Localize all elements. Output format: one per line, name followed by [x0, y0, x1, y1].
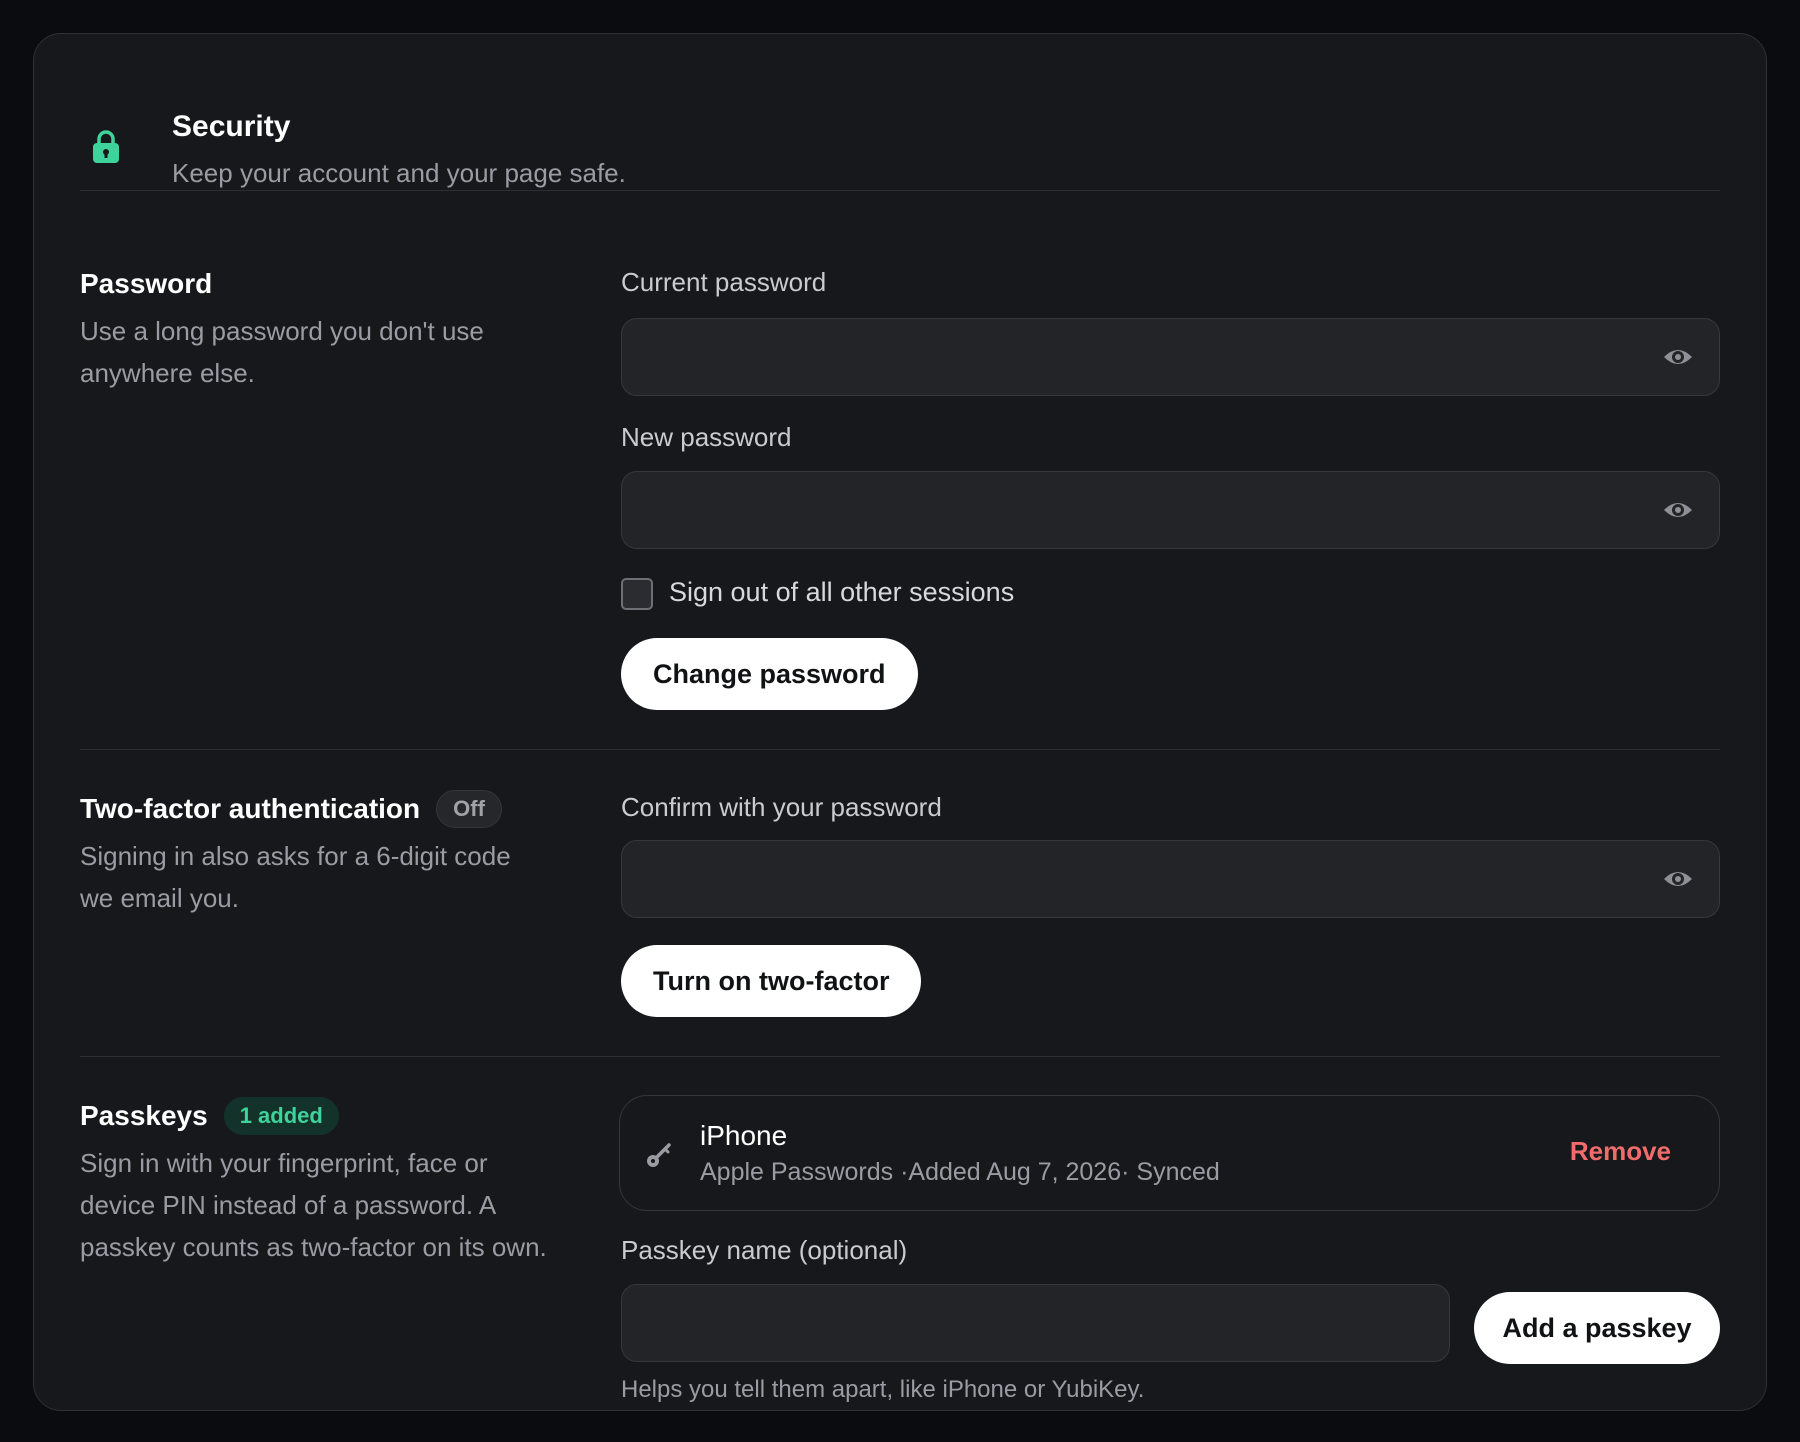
- security-card: Security Keep your account and your page…: [33, 33, 1767, 1411]
- password-description: Use a long password you don't use anywhe…: [80, 316, 484, 388]
- password-title: Password: [80, 264, 550, 304]
- page-title: Security: [172, 110, 291, 143]
- passkey-name-input[interactable]: [621, 1284, 1450, 1362]
- twofactor-info: Two-factor authentication Off Signing in…: [80, 789, 550, 919]
- current-password-input[interactable]: [621, 318, 1720, 396]
- card-header: Security Keep your account and your page…: [80, 74, 1720, 191]
- signout-label[interactable]: Sign out of all other sessions: [669, 577, 1014, 608]
- change-password-button[interactable]: Change password: [621, 638, 918, 710]
- signout-checkbox[interactable]: [621, 578, 653, 610]
- page-subtitle: Keep your account and your page safe.: [172, 158, 626, 188]
- new-password-label: New password: [621, 422, 792, 452]
- passkey-name-label: Passkey name (optional): [621, 1235, 908, 1265]
- confirm-password-input[interactable]: [621, 840, 1720, 918]
- password-title-text: Password: [80, 268, 213, 299]
- status-badge: Off: [436, 790, 502, 828]
- password-info: Password Use a long password you don't u…: [80, 264, 550, 394]
- passkeys-title: Passkeys 1 added: [80, 1096, 550, 1136]
- passkey-name-hint: Helps you tell them apart, like iPhone o…: [621, 1376, 1145, 1403]
- twofactor-description: Signing in also asks for a 6-digit code …: [80, 841, 511, 913]
- count-badge: 1 added: [223, 1097, 339, 1135]
- add-passkey-button[interactable]: Add a passkey: [1474, 1292, 1720, 1364]
- current-password-label: Current password: [621, 267, 827, 297]
- list-item: iPhone Apple Passwords ·Added Aug 7, 202…: [619, 1095, 1720, 1211]
- passkeys-info: Passkeys 1 added Sign in with your finge…: [80, 1096, 550, 1268]
- new-password-input[interactable]: [621, 471, 1720, 549]
- confirm-password-label: Confirm with your password: [621, 792, 942, 822]
- key-icon: [647, 1143, 671, 1167]
- passkeys-description: Sign in with your fingerprint, face or d…: [80, 1148, 547, 1262]
- eye-icon[interactable]: [1663, 866, 1693, 892]
- passkeys-title-text: Passkeys: [80, 1100, 208, 1131]
- eye-icon[interactable]: [1663, 497, 1693, 523]
- eye-icon[interactable]: [1663, 344, 1693, 370]
- passkey-name: iPhone: [700, 1120, 788, 1151]
- twofactor-title: Two-factor authentication Off: [80, 789, 550, 829]
- twofactor-section: Two-factor authentication Off Signing in…: [80, 751, 1720, 1057]
- password-section: Password Use a long password you don't u…: [80, 192, 1720, 750]
- passkey-meta: Apple Passwords ·Added Aug 7, 2026· Sync…: [700, 1158, 1220, 1186]
- remove-passkey-button[interactable]: Remove: [1570, 1136, 1671, 1167]
- passkeys-section: Passkeys 1 added Sign in with your finge…: [80, 1058, 1720, 1403]
- twofactor-title-text: Two-factor authentication: [80, 793, 421, 824]
- lock-icon: [93, 130, 119, 163]
- turn-on-twofactor-button[interactable]: Turn on two-factor: [621, 945, 922, 1017]
